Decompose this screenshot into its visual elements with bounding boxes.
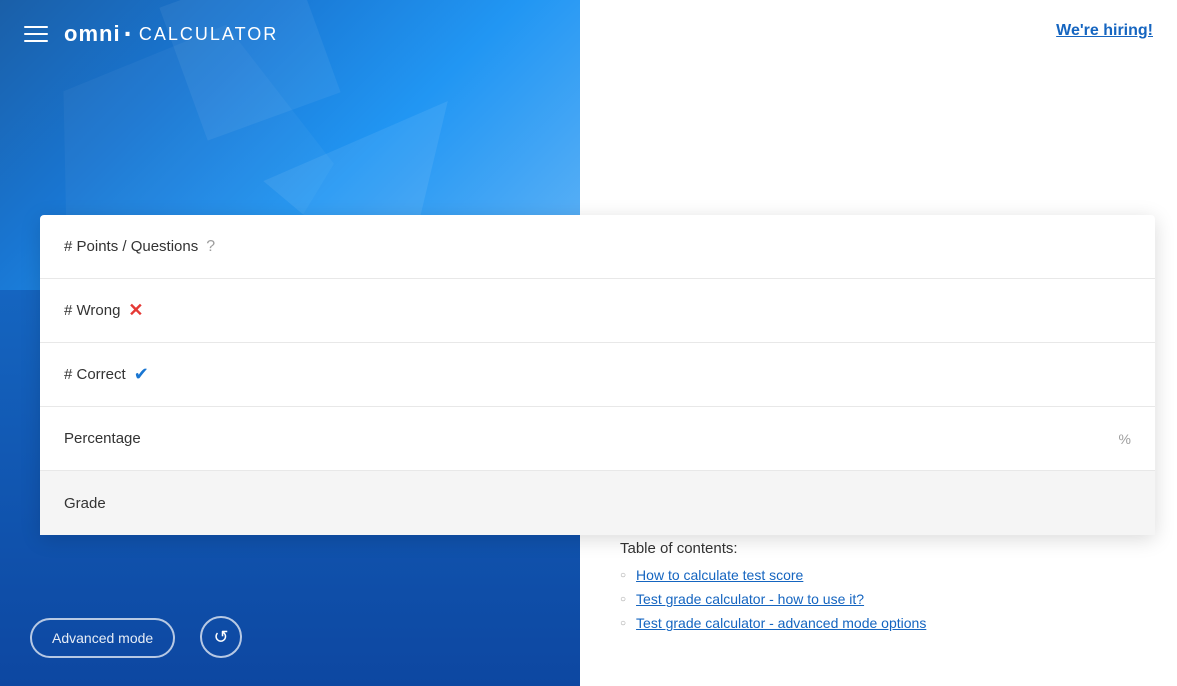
correct-label: # Correct ✔ xyxy=(64,364,1131,385)
logo-dot: · xyxy=(124,20,133,48)
toc-item-3: Test grade calculator - advanced mode op… xyxy=(620,615,1137,631)
hiring-link[interactable]: We're hiring! xyxy=(1056,22,1153,40)
percentage-label-text: Percentage xyxy=(64,430,141,447)
percentage-unit: % xyxy=(1119,431,1131,447)
reset-icon: ↺ xyxy=(213,627,228,648)
grade-label-text: Grade xyxy=(64,495,106,512)
bottom-blue-panel: # Points / Questions ? # Wrong ✕ # Corre… xyxy=(0,290,580,686)
correct-icon: ✔ xyxy=(134,364,149,385)
points-label-text: # Points / Questions xyxy=(64,238,198,255)
toc-title: Table of contents: xyxy=(620,540,1137,557)
calc-row-grade: Grade xyxy=(40,471,1155,535)
logo-calculator-text: CALCULATOR xyxy=(139,24,278,45)
toc-list: How to calculate test score Test grade c… xyxy=(620,567,1137,631)
wrong-icon: ✕ xyxy=(128,300,143,321)
toc-link-3[interactable]: Test grade calculator - advanced mode op… xyxy=(636,615,926,631)
points-help-icon[interactable]: ? xyxy=(206,238,215,256)
correct-label-text: # Correct xyxy=(64,366,126,383)
calc-row-percentage: Percentage % xyxy=(40,407,1155,471)
calc-row-points: # Points / Questions ? xyxy=(40,215,1155,279)
calc-row-correct: # Correct ✔ xyxy=(40,343,1155,407)
advanced-mode-button[interactable]: Advanced mode xyxy=(30,618,175,658)
nav-left: omni · CALCULATOR xyxy=(24,20,278,48)
percentage-label: Percentage xyxy=(64,430,1119,447)
points-label: # Points / Questions ? xyxy=(64,238,1131,256)
calc-row-wrong: # Wrong ✕ xyxy=(40,279,1155,343)
logo: omni · CALCULATOR xyxy=(64,20,278,48)
toc-link-1[interactable]: How to calculate test score xyxy=(636,567,803,583)
logo-omni-text: omni xyxy=(64,21,121,47)
reset-button[interactable]: ↺ xyxy=(200,616,242,658)
grade-label: Grade xyxy=(64,495,1131,512)
hamburger-menu[interactable] xyxy=(24,26,48,42)
toc-link-2[interactable]: Test grade calculator - how to use it? xyxy=(636,591,864,607)
calculator-card: # Points / Questions ? # Wrong ✕ # Corre… xyxy=(40,215,1155,535)
nav-bar: omni · CALCULATOR xyxy=(0,0,580,68)
toc-item-2: Test grade calculator - how to use it? xyxy=(620,591,1137,607)
wrong-label: # Wrong ✕ xyxy=(64,300,1131,321)
toc-item-1: How to calculate test score xyxy=(620,567,1137,583)
wrong-label-text: # Wrong xyxy=(64,302,120,319)
